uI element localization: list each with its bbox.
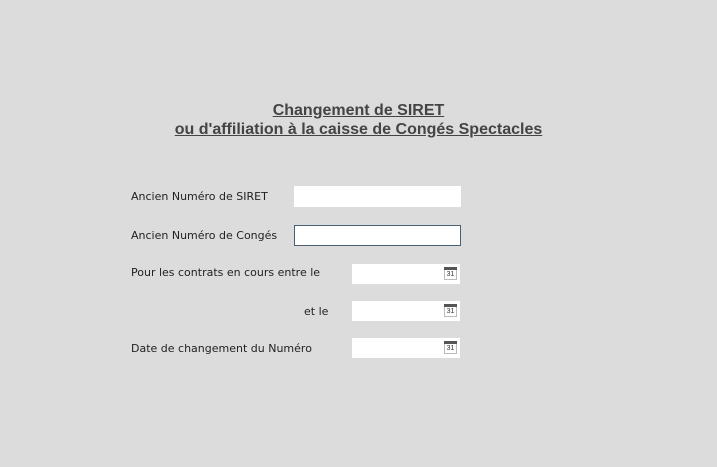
ancien-siret-label: Ancien Numéro de SIRET [131, 190, 268, 203]
calendar-icon[interactable]: 31 [444, 304, 457, 317]
form-title-line1: Changement de SIRET [272, 102, 445, 119]
et-le-label: et le [304, 305, 329, 318]
date-changement-date-field: 31 [352, 338, 460, 358]
calendar-icon-number: 31 [446, 345, 455, 352]
date-changement-label: Date de changement du Numéro [131, 342, 312, 355]
ancien-conges-input[interactable] [294, 225, 461, 246]
ancien-siret-input[interactable] [294, 186, 461, 207]
calendar-icon[interactable]: 31 [444, 267, 457, 280]
contrats-entre-label: Pour les contrats en cours entre le [131, 266, 321, 279]
ancien-conges-label: Ancien Numéro de Congés [131, 229, 278, 242]
calendar-icon-number: 31 [446, 308, 455, 315]
contrats-entre-date-input[interactable] [352, 264, 440, 284]
et-le-date-input[interactable] [352, 301, 440, 321]
calendar-icon-number: 31 [446, 271, 455, 278]
et-le-date-field: 31 [352, 301, 460, 321]
contrats-entre-date-field: 31 [352, 264, 460, 284]
date-changement-date-input[interactable] [352, 338, 440, 358]
calendar-icon[interactable]: 31 [444, 341, 457, 354]
form-title-line2: ou d'affiliation à la caisse de Congés S… [174, 121, 543, 138]
